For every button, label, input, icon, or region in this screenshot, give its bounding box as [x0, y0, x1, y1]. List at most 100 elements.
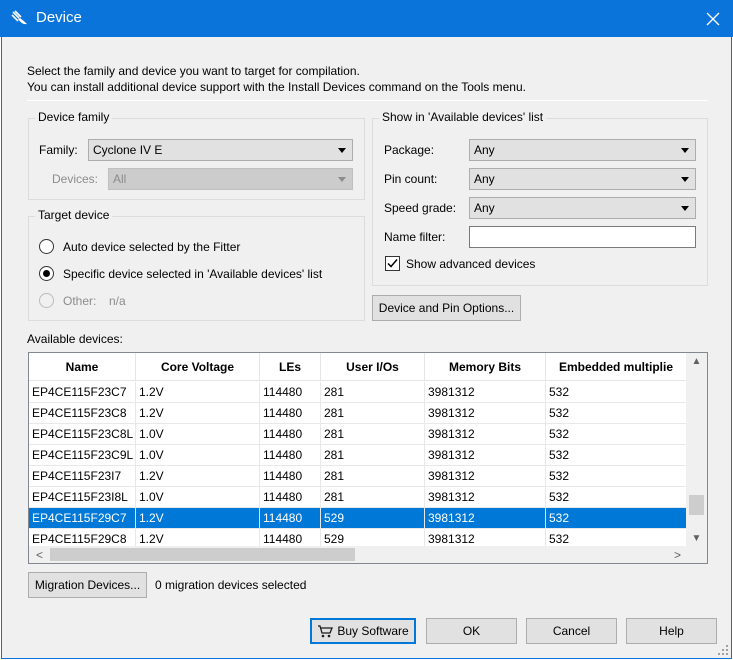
cell-name: EP4CE115F23C9L [29, 445, 136, 465]
column-header-user-ios[interactable]: User I/Os [321, 353, 425, 381]
column-header-embedded-multipliers[interactable]: Embedded multiplie [546, 353, 686, 381]
devices-select: All [108, 168, 353, 190]
close-button[interactable] [693, 0, 733, 37]
pin-count-label: Pin count: [384, 172, 438, 186]
chevron-down-icon [681, 148, 689, 153]
pin-count-select[interactable]: Any [469, 168, 696, 190]
horizontal-scrollbar[interactable]: < > [29, 546, 686, 563]
available-devices-table: Name Core Voltage LEs User I/Os Memory B… [28, 352, 708, 564]
specific-device-label: Specific device selected in 'Available d… [63, 267, 323, 281]
table-row[interactable]: EP4CE115F23C7 1.2V 114480 281 3981312 53… [29, 382, 686, 403]
cell-embedded-multipliers: 532 [549, 427, 570, 441]
family-select[interactable]: Cyclone IV E [88, 139, 353, 161]
cell-embedded-multipliers: 532 [549, 406, 570, 420]
cell-les: 114480 [260, 466, 321, 486]
table-row[interactable]: EP4CE115F23I7 1.2V 114480 281 3981312 53… [29, 466, 686, 487]
column-header-memory-bits[interactable]: Memory Bits [425, 353, 546, 381]
cell-core-voltage: 1.0V [136, 424, 260, 444]
chevron-down-icon [338, 148, 346, 153]
dialog-body: Select the family and device you want to… [1, 37, 732, 659]
migration-devices-button[interactable]: Migration Devices... [28, 572, 147, 598]
migration-status: 0 migration devices selected [155, 578, 307, 592]
cell-memory-bits: 3981312 [425, 466, 546, 486]
checkmark-icon [387, 259, 398, 268]
cell-name: EP4CE115F23C7 [29, 382, 136, 402]
intro-line-1: Select the family and device you want to… [27, 64, 360, 78]
table-row[interactable]: EP4CE115F23C8 1.2V 114480 281 3981312 53… [29, 403, 686, 424]
cell-core-voltage: 1.2V [136, 403, 260, 423]
cell-memory-bits: 3981312 [425, 445, 546, 465]
cell-memory-bits: 3981312 [425, 508, 546, 528]
vertical-scroll-thumb[interactable] [689, 495, 704, 515]
cell-user-ios: 281 [321, 445, 425, 465]
intro-line-2: You can install additional device suppor… [27, 80, 526, 94]
cell-les: 114480 [260, 487, 321, 507]
available-devices-label: Available devices: [27, 332, 123, 346]
cell-embedded-multipliers: 532 [549, 469, 570, 483]
cell-core-voltage: 1.2V [136, 382, 260, 402]
show-advanced-checkbox[interactable] [385, 256, 400, 271]
cell-name: EP4CE115F29C7 [29, 508, 136, 528]
cell-user-ios: 529 [321, 508, 425, 528]
scroll-down-arrow-icon[interactable]: ▼ [686, 530, 707, 547]
buy-software-button[interactable]: Buy Software [310, 618, 416, 644]
show-in-list-title: Show in 'Available devices' list [379, 110, 547, 124]
speed-grade-label: Speed grade: [384, 201, 457, 215]
column-header-les[interactable]: LEs [260, 353, 321, 381]
chevron-down-icon [338, 177, 346, 182]
show-in-list-group: Show in 'Available devices' list Package… [372, 110, 708, 286]
column-header-core-voltage[interactable]: Core Voltage [136, 353, 260, 381]
ok-button[interactable]: OK [426, 618, 517, 644]
name-filter-input[interactable] [469, 226, 696, 248]
cancel-button[interactable]: Cancel [526, 618, 617, 644]
resize-grip-icon[interactable] [717, 644, 729, 656]
cell-core-voltage: 1.0V [136, 487, 260, 507]
cell-user-ios: 281 [321, 403, 425, 423]
specific-device-radio[interactable] [39, 266, 54, 281]
scroll-left-arrow-icon[interactable]: < [31, 546, 48, 563]
pin-count-select-value: Any [474, 172, 495, 186]
show-advanced-label: Show advanced devices [406, 257, 536, 271]
auto-device-label: Auto device selected by the Fitter [63, 240, 241, 254]
close-icon [706, 12, 720, 25]
help-button[interactable]: Help [626, 618, 717, 644]
scroll-up-arrow-icon[interactable]: ▲ [686, 353, 707, 370]
table-row[interactable]: EP4CE115F23I8L 1.0V 114480 281 3981312 5… [29, 487, 686, 508]
cell-name: EP4CE115F23I8L [29, 487, 136, 507]
name-filter-label: Name filter: [384, 230, 446, 244]
other-device-radio [39, 293, 54, 308]
cell-user-ios: 281 [321, 424, 425, 444]
cell-les: 114480 [260, 403, 321, 423]
device-family-title: Device family [35, 110, 113, 124]
table-row[interactable]: EP4CE115F23C8L 1.0V 114480 281 3981312 5… [29, 424, 686, 445]
cell-memory-bits: 3981312 [425, 403, 546, 423]
shopping-cart-icon [318, 625, 334, 638]
cell-core-voltage: 1.2V [136, 466, 260, 486]
device-pin-options-button[interactable]: Device and Pin Options... [372, 295, 521, 321]
horizontal-scroll-thumb[interactable] [50, 548, 355, 561]
cell-les: 114480 [260, 382, 321, 402]
cell-core-voltage: 1.2V [136, 508, 260, 528]
cell-name: EP4CE115F23C8 [29, 403, 136, 423]
cell-name: EP4CE115F23I7 [29, 466, 136, 486]
cell-user-ios: 281 [321, 466, 425, 486]
cell-user-ios: 281 [321, 382, 425, 402]
auto-device-radio[interactable] [39, 239, 54, 254]
vertical-scrollbar[interactable]: ▲ ▼ [686, 353, 707, 547]
table-row[interactable]: EP4CE115F23C9L 1.0V 114480 281 3981312 5… [29, 445, 686, 466]
speed-grade-select[interactable]: Any [469, 197, 696, 219]
table-row-selected[interactable]: EP4CE115F29C7 1.2V 114480 529 3981312 53… [29, 508, 686, 529]
title-bar: Device [0, 0, 733, 37]
device-family-group: Device family Family: Cyclone IV E Devic… [28, 110, 365, 200]
column-header-name[interactable]: Name [29, 353, 136, 381]
other-device-value: n/a [109, 294, 126, 308]
table-header: Name Core Voltage LEs User I/Os Memory B… [29, 353, 686, 381]
buy-software-label: Buy Software [337, 624, 409, 638]
cell-les: 114480 [260, 424, 321, 444]
package-select[interactable]: Any [469, 139, 696, 161]
scrollbar-corner [686, 546, 707, 563]
devices-label: Devices: [52, 172, 99, 186]
separator [27, 100, 708, 101]
family-label: Family: [39, 143, 78, 157]
scroll-right-arrow-icon[interactable]: > [669, 546, 686, 563]
